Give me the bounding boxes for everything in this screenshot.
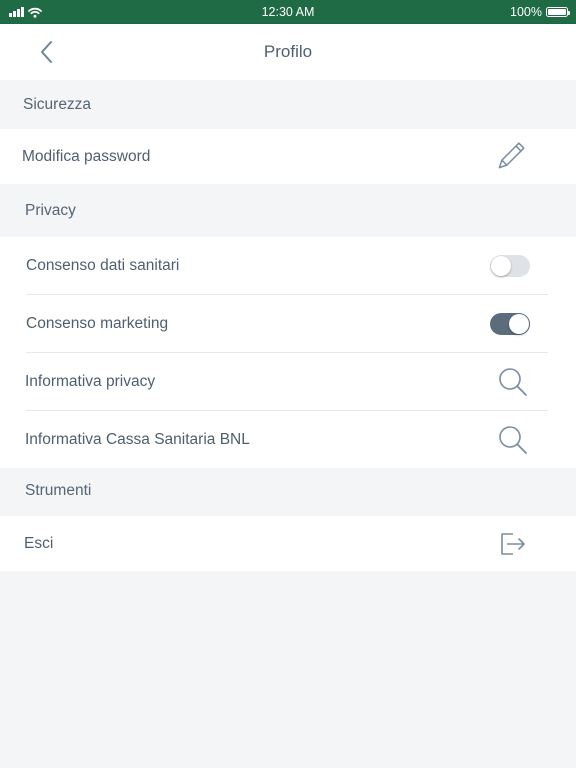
list-item-label: Consenso dati sanitari: [26, 257, 180, 274]
list-item-logout[interactable]: Esci: [0, 516, 576, 571]
toggle-knob: [509, 314, 529, 334]
list-item-label: Modifica password: [22, 147, 151, 165]
section-title: Sicurezza: [23, 96, 92, 113]
section-title: Privacy: [25, 202, 76, 219]
list-item-change-password[interactable]: Modifica password: [0, 129, 576, 184]
search-icon[interactable]: [497, 424, 529, 456]
status-right: 100%: [510, 5, 570, 19]
pencil-icon[interactable]: [494, 140, 526, 174]
list-item-privacy-policy[interactable]: Informativa privacy: [0, 353, 576, 411]
status-bar: 12:30 AM 100%: [0, 0, 576, 24]
section-header-security: Sicurezza: [0, 80, 576, 129]
section-title: Strumenti: [25, 482, 92, 499]
status-time: 12:30 AM: [261, 5, 315, 19]
section-header-tools: Strumenti: [0, 468, 576, 516]
battery-fill: [548, 9, 566, 15]
toggle-knob: [491, 256, 511, 276]
logout-icon[interactable]: [499, 530, 527, 558]
battery-icon: [546, 7, 570, 17]
nav-bar: Profilo: [0, 24, 576, 80]
battery-percent: 100%: [510, 5, 542, 19]
toggle-consent-health-data[interactable]: [490, 255, 530, 277]
search-icon[interactable]: [497, 366, 529, 398]
list-item-label: Esci: [24, 534, 54, 552]
list-item-cassa-sanitaria-policy[interactable]: Informativa Cassa Sanitaria BNL: [0, 411, 576, 468]
list-item-label: Informativa Cassa Sanitaria BNL: [25, 430, 250, 448]
page-title: Profilo: [263, 42, 313, 61]
list-item-consent-marketing: Consenso marketing: [0, 295, 576, 353]
list-item-label: Informativa privacy: [25, 373, 156, 390]
list-item-consent-health-data: Consenso dati sanitari: [0, 237, 576, 295]
list-item-label: Consenso marketing: [26, 315, 169, 332]
toggle-consent-marketing[interactable]: [490, 313, 530, 335]
section-header-privacy: Privacy: [0, 184, 576, 237]
